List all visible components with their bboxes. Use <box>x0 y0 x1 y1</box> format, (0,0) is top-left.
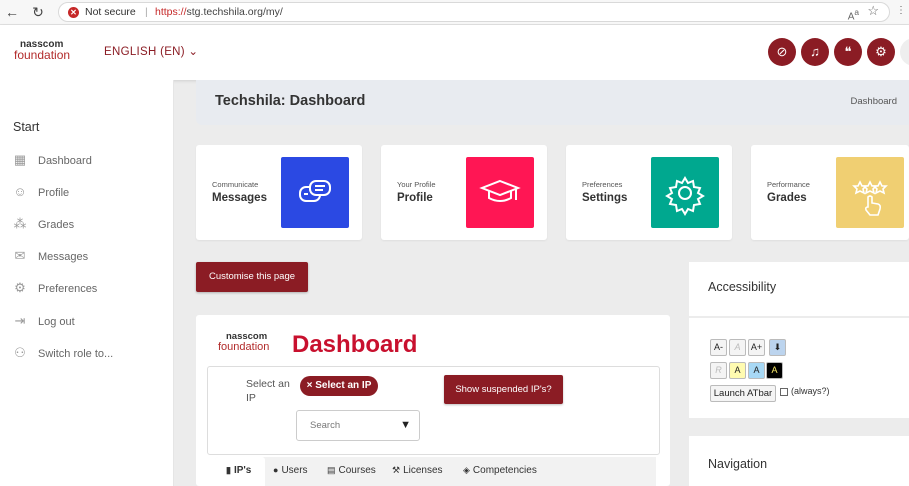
sidebar-item-messages[interactable]: ✉ Messages <box>12 247 89 265</box>
always-label: (always?) <box>791 386 830 396</box>
graduation-cap-icon <box>466 157 534 228</box>
gear-icon <box>651 157 719 228</box>
navigation-heading: Navigation <box>708 457 768 471</box>
contrast-scheme-button[interactable]: A <box>766 362 783 379</box>
tab-courses[interactable]: ▤ Courses <box>327 465 376 476</box>
accessibility-panel-body: A- A A+ ⬇ R A A A Launch ATbar (always?) <box>689 318 909 418</box>
extensions-icon[interactable]: ⋮ <box>896 5 906 16</box>
tab-licenses[interactable]: ⚒ Licenses <box>392 465 443 476</box>
ip-search-select[interactable]: Search ▼ <box>296 410 420 441</box>
browser-toolbar: ← ↻ ✕ Not secure | https://stg.techshila… <box>0 0 909 25</box>
save-settings-icon[interactable]: ⬇ <box>769 339 786 356</box>
sidebar: Start ▦ Dashboard ☺ Profile ⁂ Grades ✉ Messa… <box>0 80 174 486</box>
grades-icon: ⁂ <box>13 216 27 231</box>
page-header: Techshila: Dashboard Dashboard <box>196 80 909 125</box>
select-ip-label: Select an IP <box>246 378 290 404</box>
security-label: Not secure <box>85 6 136 18</box>
decrease-text-button[interactable]: A- <box>710 339 727 356</box>
address-bar[interactable]: ✕ Not secure | https://stg.techshila.org… <box>58 2 890 22</box>
url-separator: | <box>145 6 148 18</box>
card-subtitle: Preferences <box>582 180 623 189</box>
settings-gear-icon[interactable]: ⚙ <box>867 38 895 66</box>
tab-competencies[interactable]: ◈ Competencies <box>463 465 537 476</box>
sidebar-heading: Start <box>13 120 40 134</box>
stars-hand-icon <box>836 157 904 228</box>
card-title: Settings <box>582 192 628 204</box>
sidebar-item-grades[interactable]: ⁂ Grades <box>12 215 75 233</box>
cubes-icon: ◈ <box>463 465 470 475</box>
messages-icon: ✉ <box>14 248 26 263</box>
yellow-scheme-button[interactable]: A <box>729 362 746 379</box>
search-placeholder: Search <box>310 420 341 431</box>
navigation-panel: Navigation <box>689 436 909 486</box>
gavel-icon: ⚒ <box>392 465 401 475</box>
language-menu[interactable]: ENGLISH (EN) ⌄ <box>104 44 198 58</box>
profile-icon: ☺ <box>13 184 27 199</box>
breadcrumb[interactable]: Dashboard <box>851 96 897 107</box>
dashboard-icon: ▦ <box>13 152 27 167</box>
page-title: Techshila: Dashboard <box>215 93 366 109</box>
dashboard-block: nasscom foundation Dashboard Select an I… <box>196 315 670 486</box>
dashboard-tabs: ▮ IP's ● Users ▤ Courses ⚒ Licenses ◈ Compete… <box>215 457 656 486</box>
favorite-star-icon[interactable]: ☆ <box>867 2 879 20</box>
launch-atbar-button[interactable]: Launch ATbar <box>710 385 776 402</box>
course-icon: ▤ <box>327 465 336 475</box>
always-checkbox[interactable] <box>780 388 788 396</box>
accessibility-panel-header: Accessibility <box>689 262 909 316</box>
hide-eye-icon[interactable]: ⊘ <box>768 38 796 66</box>
reset-text-button[interactable]: A <box>729 339 746 356</box>
card-title: Messages <box>212 192 267 204</box>
dashboard-heading: Dashboard <box>292 331 418 358</box>
back-icon[interactable]: ← <box>4 4 20 20</box>
sidebar-item-logout[interactable]: ⇥ Log out <box>12 312 75 330</box>
dropdown-arrow-icon: ▼ <box>400 419 411 431</box>
tab-users[interactable]: ● Users <box>273 465 308 476</box>
notifications-icon[interactable]: ♫ <box>801 38 829 66</box>
card-subtitle: Performance <box>767 180 810 189</box>
increase-text-button[interactable]: A+ <box>748 339 765 356</box>
reload-icon[interactable]: ↻ <box>30 4 46 20</box>
sidebar-item-dashboard[interactable]: ▦ Dashboard <box>12 151 92 169</box>
switch-role-icon: ⚇ <box>14 345 26 360</box>
show-suspended-button[interactable]: Show suspended IP's? <box>444 375 563 404</box>
sidebar-item-preferences[interactable]: ⚙ Preferences <box>12 279 97 297</box>
building-icon: ▮ <box>226 465 231 475</box>
select-ip-chip[interactable]: × Select an IP <box>300 376 378 396</box>
user-avatar[interactable] <box>900 38 909 66</box>
user-icon: ● <box>273 465 279 475</box>
accessibility-heading: Accessibility <box>708 280 777 294</box>
card-subtitle: Your Profile <box>397 180 436 189</box>
sidebar-item-profile[interactable]: ☺ Profile <box>12 183 69 201</box>
gear-icon: ⚙ <box>14 280 26 295</box>
card-title: Profile <box>397 192 433 204</box>
ip-filter-panel: Select an IP × Select an IP Show suspend… <box>207 366 660 455</box>
card-profile[interactable]: Your Profile Profile <box>381 145 547 240</box>
site-header: nasscom foundation ENGLISH (EN) ⌄ ⊘ ♫ ❝ … <box>0 25 909 80</box>
customise-page-button[interactable]: Customise this page <box>196 262 308 292</box>
card-grades[interactable]: Performance Grades <box>751 145 909 240</box>
url-text: https://stg.techshila.org/my/ <box>155 6 283 18</box>
not-secure-icon: ✕ <box>68 7 79 18</box>
card-title: Grades <box>767 192 807 204</box>
card-subtitle: Communicate <box>212 180 259 189</box>
card-messages[interactable]: Communicate Messages <box>196 145 362 240</box>
reset-colour-button[interactable]: R <box>710 362 727 379</box>
sidebar-item-switch-role[interactable]: ⚇ Switch role to... <box>12 344 113 362</box>
chat-icon <box>281 157 349 228</box>
logout-icon: ⇥ <box>14 313 26 328</box>
read-aloud-icon[interactable]: Aa <box>848 3 859 26</box>
blue-scheme-button[interactable]: A <box>748 362 765 379</box>
messages-icon[interactable]: ❝ <box>834 38 862 66</box>
site-logo[interactable]: nasscom foundation <box>14 40 70 62</box>
tab-ips[interactable]: ▮ IP's <box>226 465 251 476</box>
dashboard-logo: nasscom foundation <box>218 331 270 353</box>
card-settings[interactable]: Preferences Settings <box>566 145 732 240</box>
